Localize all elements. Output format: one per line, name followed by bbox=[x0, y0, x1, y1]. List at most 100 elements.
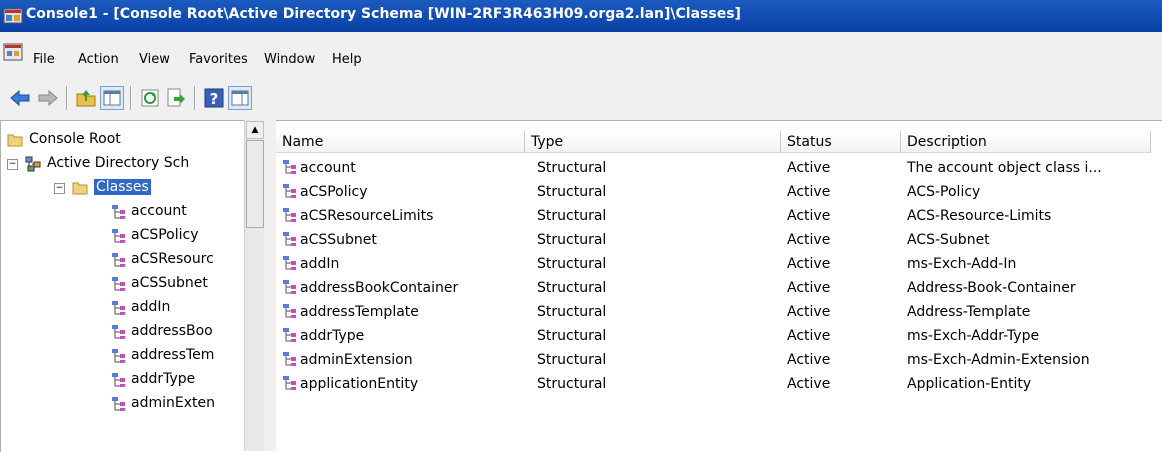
menu-view[interactable]: View bbox=[139, 52, 170, 67]
menu-help[interactable]: Help bbox=[332, 52, 362, 67]
schema-class-icon bbox=[283, 352, 296, 366]
table-row[interactable]: addressBookContainer Structural Active Addr… bbox=[276, 277, 1162, 301]
cell-name: aCSSubnet bbox=[300, 232, 377, 248]
show-hide-action-pane-icon bbox=[231, 90, 249, 106]
tree-item-class[interactable]: aCSPolicy bbox=[111, 225, 243, 247]
schema-class-icon bbox=[112, 349, 125, 363]
collapse-toggle[interactable]: − bbox=[7, 159, 18, 170]
schema-class-icon bbox=[112, 397, 125, 411]
schema-class-icon bbox=[283, 376, 296, 390]
schema-class-icon bbox=[112, 325, 125, 339]
cell-status: Active bbox=[787, 160, 831, 176]
schema-class-icon bbox=[283, 208, 296, 222]
cell-description: Address-Book-Container bbox=[907, 280, 1076, 296]
column-header-name[interactable]: Name bbox=[276, 131, 525, 153]
table-row[interactable]: aCSResourceLimits Structural Active ACS-Res… bbox=[276, 205, 1162, 229]
cell-name: adminExtension bbox=[300, 352, 413, 368]
scroll-thumb[interactable] bbox=[246, 140, 264, 228]
menu-file[interactable]: File bbox=[33, 52, 55, 67]
tree-item-class[interactable]: addIn bbox=[111, 297, 243, 319]
export-list-icon[interactable] bbox=[164, 86, 188, 110]
schema-class-icon bbox=[112, 277, 125, 291]
schema-class-icon bbox=[112, 301, 125, 315]
table-row[interactable]: addIn Structural Active ms-Exch-Add-In bbox=[276, 253, 1162, 277]
forward-icon[interactable] bbox=[36, 86, 60, 110]
cell-name: applicationEntity bbox=[300, 376, 419, 392]
show-hide-action-pane-button[interactable] bbox=[228, 86, 252, 110]
cell-type: Structural bbox=[537, 232, 607, 248]
menu-action[interactable]: Action bbox=[78, 52, 119, 67]
tree-scrollbar[interactable]: ▲ bbox=[244, 120, 265, 451]
tree-item-schema-snapin[interactable]: − Active Directory Sch bbox=[7, 153, 243, 175]
tree-item-label: addIn bbox=[131, 299, 171, 315]
show-hide-tree-button[interactable] bbox=[100, 86, 124, 110]
class-list[interactable]: Name Type Status Description account Stru… bbox=[276, 120, 1162, 452]
menu-favorites[interactable]: Favorites bbox=[189, 52, 248, 67]
table-row[interactable]: adminExtension Structural Active ms-Exch-Ad… bbox=[276, 349, 1162, 373]
help-icon[interactable]: ? bbox=[202, 86, 226, 110]
toolbar: ? bbox=[0, 76, 1162, 121]
schema-class-icon bbox=[112, 229, 125, 243]
tree-item-class[interactable]: aCSSubnet bbox=[111, 273, 243, 295]
schema-class-icon bbox=[283, 256, 296, 270]
cell-name: aCSResourceLimits bbox=[300, 208, 434, 224]
cell-name: addrType bbox=[300, 328, 365, 344]
title-bar[interactable]: Console1 - [Console Root\Active Director… bbox=[0, 0, 1162, 32]
console-document-icon[interactable] bbox=[3, 42, 23, 62]
tree-item-class[interactable]: aCSResourc bbox=[111, 249, 243, 271]
cell-description: The account object class i... bbox=[907, 160, 1102, 176]
schema-class-icon bbox=[112, 205, 125, 219]
tree-item-classes[interactable]: − Classes bbox=[54, 177, 243, 199]
column-header-status[interactable]: Status bbox=[781, 131, 901, 153]
tree-item-console-root[interactable]: Console Root bbox=[7, 129, 243, 151]
tree-item-class[interactable]: addressTem bbox=[111, 345, 243, 367]
tree-item-label: Active Directory Sch bbox=[47, 155, 190, 171]
tree-item-label: aCSSubnet bbox=[131, 275, 208, 291]
cell-type: Structural bbox=[537, 256, 607, 272]
table-row[interactable]: addressTemplate Structural Active Address-T… bbox=[276, 301, 1162, 325]
schema-class-icon bbox=[283, 232, 296, 246]
tree-item-label: addressBoo bbox=[131, 323, 213, 339]
table-row[interactable]: aCSSubnet Structural Active ACS-Subnet bbox=[276, 229, 1162, 253]
cell-type: Structural bbox=[537, 352, 607, 368]
show-hide-tree-icon bbox=[103, 90, 121, 106]
cell-description: Application-Entity bbox=[907, 376, 1032, 392]
cell-name: addressTemplate bbox=[300, 304, 419, 320]
back-icon[interactable] bbox=[8, 86, 32, 110]
table-row[interactable]: addrType Structural Active ms-Exch-Addr-Typ… bbox=[276, 325, 1162, 349]
tree-item-label: Classes bbox=[93, 178, 152, 196]
scroll-up-arrow[interactable]: ▲ bbox=[246, 121, 264, 139]
cell-name: addIn bbox=[300, 256, 340, 272]
console-tree[interactable]: Console Root − Active Directory Sch − Cl… bbox=[0, 120, 265, 452]
refresh-icon[interactable] bbox=[138, 86, 162, 110]
column-header-type[interactable]: Type bbox=[525, 131, 781, 153]
cell-type: Structural bbox=[537, 304, 607, 320]
column-header-description[interactable]: Description bbox=[901, 131, 1151, 153]
tree-item-label: addressTem bbox=[131, 347, 215, 363]
window-title: Console1 - [Console Root\Active Director… bbox=[26, 6, 741, 22]
cell-description: ACS-Subnet bbox=[907, 232, 990, 248]
schema-class-icon bbox=[283, 184, 296, 198]
collapse-toggle[interactable]: − bbox=[54, 183, 65, 194]
cell-type: Structural bbox=[537, 280, 607, 296]
tree-item-label: Console Root bbox=[29, 131, 121, 147]
cell-description: ms-Exch-Admin-Extension bbox=[907, 352, 1090, 368]
table-row[interactable]: applicationEntity Structural Active Applica… bbox=[276, 373, 1162, 397]
cell-description: ms-Exch-Add-In bbox=[907, 256, 1017, 272]
up-folder-icon[interactable] bbox=[74, 86, 98, 110]
table-row[interactable]: account Structural Active The account objec… bbox=[276, 157, 1162, 181]
tree-item-class[interactable]: addressBoo bbox=[111, 321, 243, 343]
tree-item-label: account bbox=[131, 203, 187, 219]
cell-status: Active bbox=[787, 208, 831, 224]
tree-item-class[interactable]: account bbox=[111, 201, 243, 223]
pane-splitter[interactable] bbox=[264, 120, 276, 451]
menu-window[interactable]: Window bbox=[264, 52, 315, 67]
table-row[interactable]: aCSPolicy Structural Active ACS-Policy bbox=[276, 181, 1162, 205]
schema-class-icon bbox=[283, 280, 296, 294]
toolbar-separator bbox=[194, 86, 196, 110]
cell-description: Address-Template bbox=[907, 304, 1031, 320]
tree-item-class[interactable]: adminExten bbox=[111, 393, 243, 415]
schema-class-icon bbox=[112, 373, 125, 387]
cell-description: ACS-Resource-Limits bbox=[907, 208, 1052, 224]
tree-item-class[interactable]: addrType bbox=[111, 369, 243, 391]
